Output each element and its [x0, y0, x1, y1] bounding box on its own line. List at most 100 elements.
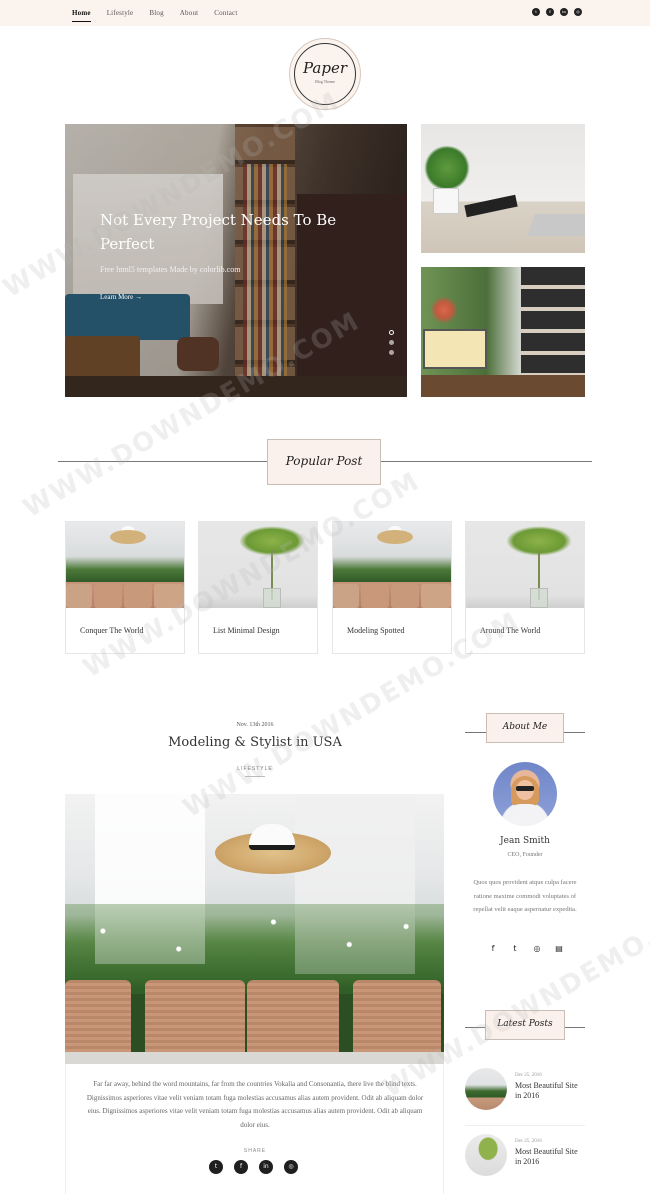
- popular-post-card[interactable]: List Minimal Design: [198, 521, 318, 654]
- pot-illustration: [433, 188, 459, 214]
- feature-image-desk[interactable]: [421, 124, 585, 253]
- laptop-illustration: [526, 214, 585, 236]
- nav-lifestyle-link[interactable]: Lifestyle: [107, 9, 134, 22]
- nav-blog-link[interactable]: Blog: [149, 9, 163, 22]
- nav-about-link[interactable]: About: [180, 9, 199, 22]
- twitter-icon[interactable]: t: [511, 944, 519, 953]
- basket-illustration: [247, 980, 339, 1058]
- logo-subtitle: Blog Theme: [315, 79, 335, 84]
- popular-post-heading: Popular Post: [267, 439, 381, 485]
- dribbble-icon[interactable]: ◎: [533, 944, 541, 953]
- slider-dot[interactable]: [389, 330, 394, 335]
- main-nav: Home Lifestyle Blog About Contact: [72, 9, 237, 22]
- latest-post-title[interactable]: Most Beautiful Site in 2016: [515, 1081, 585, 1101]
- hero-slider[interactable]: Not Every Project Needs To Be Perfect Fr…: [65, 124, 407, 397]
- latest-post-thumbnail[interactable]: [465, 1068, 507, 1110]
- book-illustration: [464, 194, 518, 218]
- twitter-icon[interactable]: t: [209, 1160, 223, 1174]
- share-buttons: t f in ◎: [209, 1160, 298, 1174]
- facebook-icon[interactable]: f: [489, 944, 497, 953]
- hat-brim-illustration: [110, 530, 146, 544]
- about-me-heading: About Me: [486, 713, 564, 743]
- share-label: SHARE: [243, 1148, 267, 1154]
- facebook-icon[interactable]: f: [546, 8, 554, 16]
- latest-post-title[interactable]: Most Beautiful Site in 2016: [515, 1147, 585, 1167]
- hero-subtitle-text: Free html5 templates Made by: [100, 265, 198, 274]
- avatar-glasses: [516, 786, 534, 791]
- post-title[interactable]: Modeling & Stylist in USA: [165, 735, 345, 750]
- avatar-shirt: [503, 804, 547, 826]
- basket-illustration: [66, 584, 92, 608]
- latest-post-date: Dec 25, 2016: [515, 1073, 542, 1078]
- basket-illustration: [124, 584, 152, 608]
- latest-post-date: Dec 25, 2016: [515, 1139, 542, 1144]
- dribbble-icon[interactable]: ◎: [574, 8, 582, 16]
- card-image: [66, 522, 184, 608]
- logo-title: Paper: [302, 59, 347, 77]
- facebook-icon[interactable]: f: [234, 1160, 248, 1174]
- hero-overlay: [65, 124, 407, 397]
- author-role: CEO, Founder: [507, 852, 543, 858]
- floor-illustration: [65, 1052, 444, 1064]
- hat-brim-illustration: [377, 530, 413, 544]
- desk-illustration: [421, 375, 585, 397]
- card-image: [199, 522, 317, 608]
- flower-illustration: [429, 297, 459, 323]
- dribbble-icon[interactable]: ◎: [284, 1160, 298, 1174]
- popular-post-card[interactable]: Around The World: [465, 521, 585, 654]
- slider-dots: [389, 330, 394, 355]
- post-featured-image[interactable]: [65, 794, 444, 1064]
- learn-more-link[interactable]: Learn More →: [100, 293, 142, 301]
- nav-contact-link[interactable]: Contact: [214, 9, 237, 22]
- basket-illustration: [333, 584, 359, 608]
- card-image: [466, 522, 584, 608]
- author-social-links: f t ◎ ▤: [489, 944, 563, 953]
- twitter-icon[interactable]: t: [532, 8, 540, 16]
- hat-illustration: [249, 824, 295, 850]
- latest-post-thumbnail[interactable]: [465, 1134, 507, 1176]
- popular-post-heading-text: Popular Post: [285, 454, 363, 468]
- popular-post-card[interactable]: Modeling Spotted: [332, 521, 452, 654]
- basket-illustration: [94, 584, 122, 608]
- basket-illustration: [65, 980, 131, 1058]
- slider-dot[interactable]: [389, 340, 394, 345]
- hero-subtitle: Free html5 templates Made by colorlib.co…: [100, 265, 240, 274]
- logo-badge: Paper Blog Theme: [294, 43, 356, 105]
- basket-illustration: [391, 584, 419, 608]
- post-category[interactable]: LIFESTYLE: [205, 766, 305, 772]
- latest-posts-heading-text: Latest Posts: [497, 1019, 553, 1029]
- vase-illustration: [263, 588, 281, 608]
- basket-illustration: [145, 980, 245, 1058]
- slider-dot[interactable]: [389, 350, 394, 355]
- nav-home-link[interactable]: Home: [72, 9, 91, 22]
- basket-illustration: [361, 584, 389, 608]
- popular-post-card[interactable]: Conquer The World: [65, 521, 185, 654]
- card-title[interactable]: Modeling Spotted: [347, 626, 405, 635]
- linkedin-icon[interactable]: in: [259, 1160, 273, 1174]
- basket-illustration: [421, 584, 451, 608]
- card-title[interactable]: List Minimal Design: [213, 626, 280, 635]
- category-underline: [245, 776, 265, 777]
- latest-posts-heading: Latest Posts: [485, 1010, 565, 1040]
- latest-post-item[interactable]: Dec 25, 2016 Most Beautiful Site in 2016: [465, 1134, 585, 1176]
- top-navbar: Home Lifestyle Blog About Contact t f in…: [0, 0, 650, 26]
- hero-title: Not Every Project Needs To Be Perfect: [100, 211, 337, 253]
- card-title[interactable]: Conquer The World: [80, 626, 144, 635]
- post-excerpt: Far far away, behind the word mountains,…: [86, 1080, 424, 1129]
- feature-image-workspace[interactable]: [421, 267, 585, 397]
- about-me-heading-text: About Me: [502, 722, 548, 732]
- linkedin-icon[interactable]: in: [560, 8, 568, 16]
- top-social-links: t f in ◎: [532, 8, 582, 16]
- hero-subtitle-brand-link[interactable]: colorlib.com: [200, 265, 241, 274]
- plant-illustration: [423, 146, 471, 190]
- author-name: Jean Smith: [500, 836, 550, 846]
- print-icon[interactable]: ▤: [555, 944, 563, 953]
- basket-illustration: [154, 584, 184, 608]
- basket-illustration: [353, 980, 441, 1058]
- author-avatar[interactable]: [493, 762, 557, 826]
- card-title[interactable]: Around The World: [480, 626, 540, 635]
- author-bio: Quos quos provident atque culpa facere r…: [473, 879, 577, 913]
- latest-post-separator: [465, 1125, 585, 1126]
- site-logo[interactable]: Paper Blog Theme: [289, 38, 361, 110]
- latest-post-item[interactable]: Dec 25, 2016 Most Beautiful Site in 2016: [465, 1068, 585, 1110]
